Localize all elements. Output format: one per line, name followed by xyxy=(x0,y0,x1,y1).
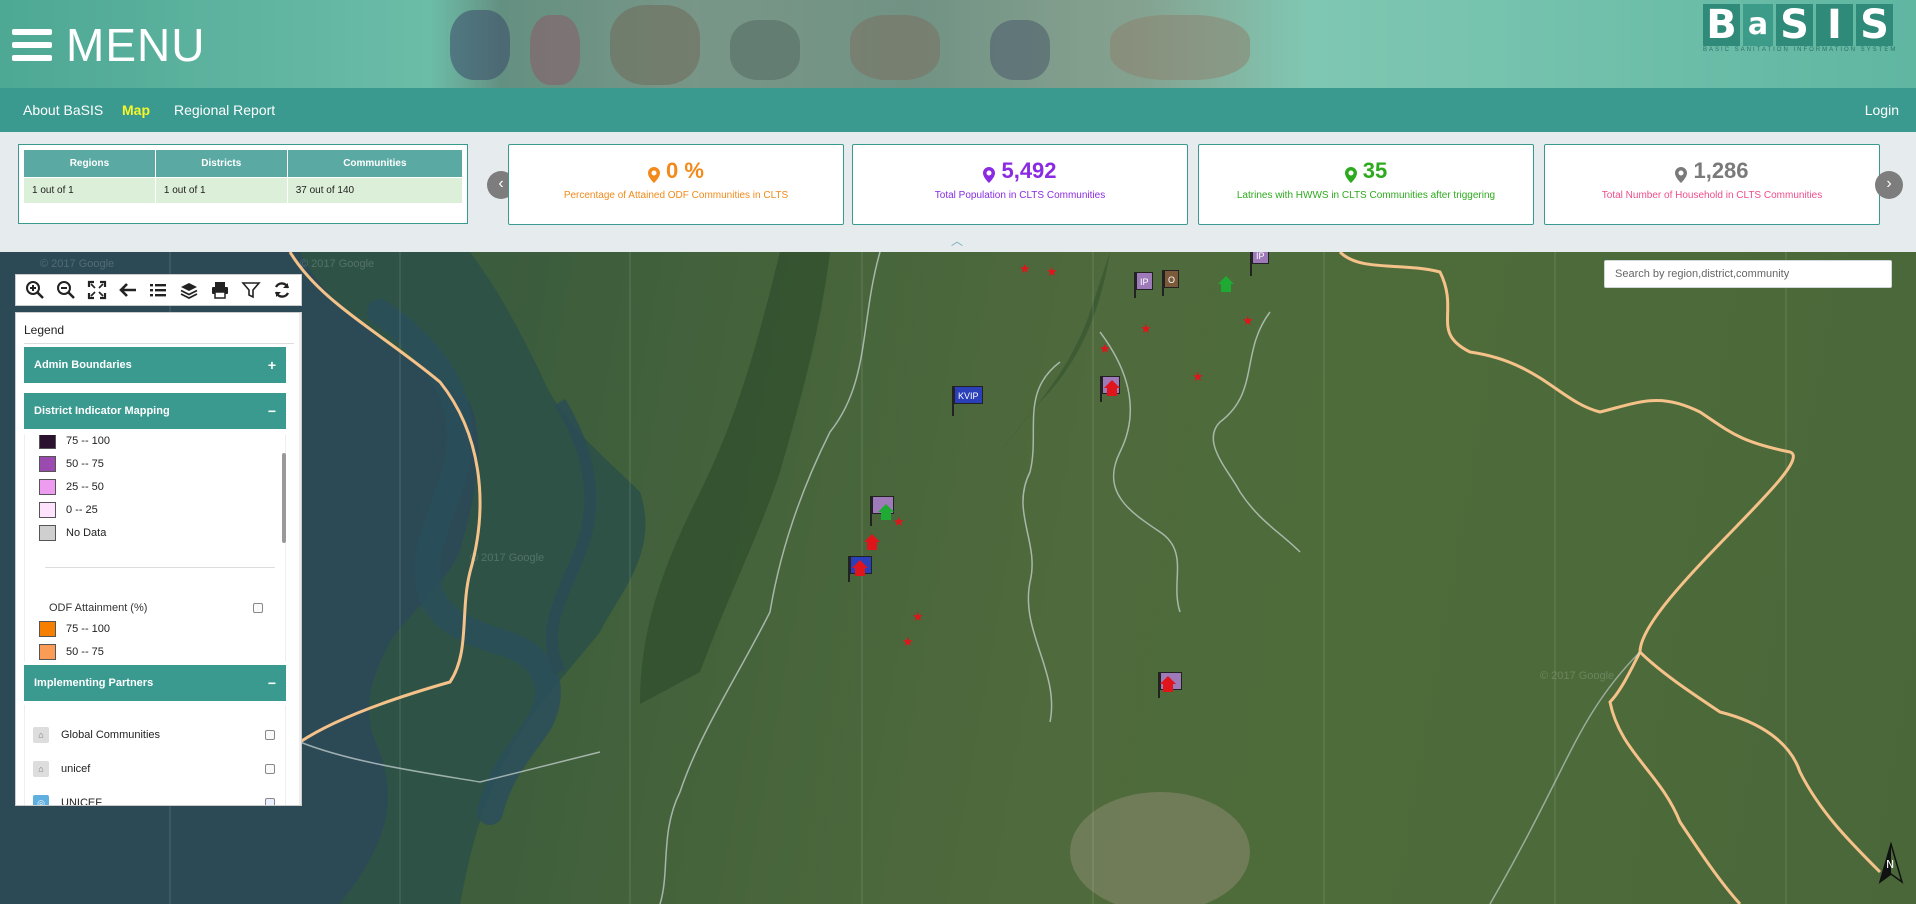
nav-item-about[interactable]: About BaSIS xyxy=(23,88,103,132)
star-marker[interactable]: ★ xyxy=(1242,314,1254,327)
refresh-icon[interactable] xyxy=(269,277,295,303)
plus-icon: + xyxy=(267,357,276,373)
map-watermark: © 2017 Google xyxy=(40,258,115,270)
filter-icon[interactable] xyxy=(238,277,264,303)
star-marker[interactable]: ★ xyxy=(893,515,905,528)
latrines-label: Latrines with HWWS in CLTS Communities a… xyxy=(1236,190,1496,201)
map-toolbar xyxy=(15,274,302,306)
stat-card-odf: 0 % Percentage of Attained ODF Communiti… xyxy=(508,144,844,225)
odf-attainment-checkbox[interactable] xyxy=(253,603,263,613)
zoom-out-icon[interactable] xyxy=(53,277,79,303)
partner-unicef: ⌂ unicef xyxy=(33,761,275,777)
star-marker[interactable]: ★ xyxy=(902,635,914,648)
partner-unicef-upper: ◎ UNICEF xyxy=(33,795,275,805)
header-banner: MENU B a S I S BASIC SANITATION INFORMAT… xyxy=(0,0,1916,88)
layers-icon[interactable] xyxy=(176,277,202,303)
communities-count: 37 out of 140 xyxy=(286,177,464,204)
back-icon[interactable] xyxy=(115,277,141,303)
table-header-districts: Districts xyxy=(154,149,288,178)
odf-range-75-100: 75 -- 100 xyxy=(39,621,110,637)
globe-icon: ◎ xyxy=(33,795,49,805)
legend-range-0-25: 0 -- 25 xyxy=(39,502,98,518)
odf-attainment-toggle: ODF Attainment (%) xyxy=(49,602,263,614)
odf-value: 0 % xyxy=(666,158,704,183)
chevron-right-icon: › xyxy=(1886,175,1892,192)
print-icon[interactable] xyxy=(207,277,233,303)
legend-scrollbar[interactable] xyxy=(282,453,286,543)
star-marker[interactable]: ★ xyxy=(912,610,924,623)
districts-count: 1 out of 1 xyxy=(154,177,288,204)
menu-label: MENU xyxy=(66,19,206,71)
accordion-admin-boundaries[interactable]: Admin Boundaries + xyxy=(24,347,286,383)
legend-range-no-data: No Data xyxy=(39,525,106,541)
map-watermark: © 2017 Google xyxy=(300,258,375,270)
map-pin-icon xyxy=(1344,163,1357,183)
house-icon: ⌂ xyxy=(33,761,49,777)
odf-label: Percentage of Attained ODF Communities i… xyxy=(563,190,789,201)
svg-text:N: N xyxy=(1886,858,1894,871)
main-nav: About BaSIS Map Regional Report Login xyxy=(0,88,1916,132)
regions-count: 1 out of 1 xyxy=(23,177,156,204)
map-pin-icon xyxy=(1675,163,1688,183)
odf-range-50-75: 50 -- 75 xyxy=(39,644,104,660)
zoom-in-icon[interactable] xyxy=(22,277,48,303)
legend-range-50-75: 50 -- 75 xyxy=(39,456,104,472)
nav-item-map[interactable]: Map xyxy=(122,88,150,132)
map-watermark: © 2017 Google xyxy=(470,552,545,564)
selection-table: Regions Districts Communities 1 out of 1… xyxy=(18,144,468,224)
menu-button[interactable]: MENU xyxy=(12,18,205,72)
table-header-communities: Communities xyxy=(286,149,464,178)
indicator-legend-list[interactable]: 75 -- 100 50 -- 75 25 -- 50 0 -- 25 No D… xyxy=(24,435,286,661)
basis-logo: B a S I S BASIC SANITATION INFORMATION S… xyxy=(1703,2,1898,53)
star-marker[interactable]: ★ xyxy=(1019,262,1031,275)
map-pin-icon xyxy=(983,163,996,183)
table-header-regions: Regions xyxy=(23,149,156,178)
carousel-next-button[interactable]: › xyxy=(1875,171,1903,199)
banner-photo-strip xyxy=(430,0,1310,88)
summary-panel: Regions Districts Communities 1 out of 1… xyxy=(0,132,1916,252)
legend-panel: Legend Admin Boundaries + District Indic… xyxy=(15,312,302,806)
partner-global-communities: ⌂ Global Communities xyxy=(33,727,275,743)
login-link[interactable]: Login xyxy=(1865,88,1899,132)
stat-card-households: 1,286 Total Number of Household in CLTS … xyxy=(1544,144,1880,225)
stat-card-latrines: 35 Latrines with HWWS in CLTS Communitie… xyxy=(1198,144,1534,225)
accordion-district-indicator-mapping[interactable]: District Indicator Mapping − xyxy=(24,393,286,429)
minus-icon: − xyxy=(267,403,276,419)
chevron-left-icon: ‹ xyxy=(498,175,504,192)
collapse-panel-toggle[interactable]: ︿ xyxy=(950,234,964,248)
latrines-value: 35 xyxy=(1362,158,1388,183)
accordion-implementing-partners[interactable]: Implementing Partners − xyxy=(24,665,286,701)
partner-checkbox[interactable] xyxy=(265,730,275,740)
legend-title: Legend xyxy=(24,323,65,337)
chevron-up-icon: ︿ xyxy=(950,234,963,248)
minus-icon: − xyxy=(267,675,276,691)
list-icon[interactable] xyxy=(145,277,171,303)
north-arrow-icon: N xyxy=(1878,842,1904,884)
population-value: 5,492 xyxy=(1001,158,1057,183)
star-marker[interactable]: ★ xyxy=(1140,322,1152,335)
partner-checkbox[interactable] xyxy=(265,798,275,805)
households-label: Total Number of Household in CLTS Commun… xyxy=(1601,190,1823,201)
star-marker[interactable]: ★ xyxy=(1046,265,1058,278)
legend-range-75-100: 75 -- 100 xyxy=(39,435,110,449)
households-value: 1,286 xyxy=(1693,158,1749,183)
map-watermark: © 2017 Google xyxy=(1540,670,1615,682)
population-label: Total Population in CLTS Communities xyxy=(934,190,1106,201)
hamburger-icon xyxy=(12,29,52,61)
map-search-input[interactable] xyxy=(1604,260,1892,288)
partners-list: ⌂ Global Communities ⌂ unicef ◎ UNICEF xyxy=(24,705,286,805)
panel-scrollbar[interactable] xyxy=(299,313,301,805)
house-icon: ⌂ xyxy=(33,727,49,743)
nav-item-regional-report[interactable]: Regional Report xyxy=(174,88,275,132)
stat-card-population: 5,492 Total Population in CLTS Communiti… xyxy=(852,144,1188,225)
partner-checkbox[interactable] xyxy=(265,764,275,774)
star-marker[interactable]: ★ xyxy=(1192,370,1204,383)
map-pin-icon xyxy=(648,163,661,183)
legend-range-25-50: 25 -- 50 xyxy=(39,479,104,495)
full-extent-icon[interactable] xyxy=(84,277,110,303)
star-marker[interactable]: ★ xyxy=(1099,342,1111,355)
